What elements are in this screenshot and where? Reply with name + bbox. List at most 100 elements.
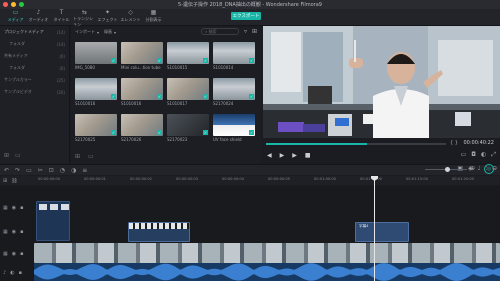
previous-frame-icon[interactable]: ◀ bbox=[267, 152, 272, 159]
import-dropdown[interactable]: インポート ▾ bbox=[75, 29, 99, 35]
checkmark-icon: ✓ bbox=[157, 130, 162, 135]
sidebar-item-sample-colors[interactable]: サンプルカラー (25) bbox=[0, 74, 69, 86]
timeline-clip-image[interactable] bbox=[36, 201, 70, 241]
tab-audio[interactable]: ♪ オーディオ bbox=[27, 9, 50, 25]
effects-icon: ✦ bbox=[104, 9, 111, 16]
sidebar-item-shared-media[interactable]: 共有メディア (0) bbox=[0, 50, 69, 62]
speaker-icon[interactable]: ◐ bbox=[10, 270, 14, 276]
sidebar-item-shared-folder[interactable]: フォルダ (0) bbox=[0, 62, 69, 74]
playhead[interactable] bbox=[374, 176, 375, 281]
track-head-video-1: ▦ ◉ ▪ bbox=[0, 251, 34, 257]
delete-icon[interactable]: ▭ bbox=[88, 153, 94, 160]
sidebar-item-sample-videos[interactable]: サンプルビデオ (20) bbox=[0, 86, 69, 98]
sidebar-item-label: サンプルビデオ bbox=[4, 89, 32, 94]
zoom-slider-knob[interactable] bbox=[445, 167, 450, 172]
chevron-down-icon: ▾ bbox=[97, 29, 100, 35]
media-item[interactable]: ✓ S1010015 bbox=[167, 42, 209, 71]
stop-icon[interactable]: ■ bbox=[305, 152, 311, 159]
eye-icon[interactable]: ◉ bbox=[12, 251, 16, 257]
tab-transition[interactable]: ⇆ トランジション bbox=[73, 9, 96, 27]
fullscreen-icon[interactable]: ⤢ bbox=[491, 151, 496, 159]
sidebar-item-label: サンプルカラー bbox=[4, 77, 32, 82]
elements-icon: ◇ bbox=[128, 9, 133, 16]
snap-toggle-icon[interactable]: ◎ bbox=[484, 164, 494, 174]
sidebar-item-count: (14) bbox=[56, 29, 65, 35]
media-item[interactable]: ✓ S1010014 bbox=[213, 42, 255, 71]
lock-icon[interactable]: ▪ bbox=[20, 251, 23, 257]
add-track-icon[interactable]: ⊞ bbox=[3, 178, 7, 184]
media-item[interactable]: ✓ S2170026 bbox=[121, 114, 163, 143]
speed-icon[interactable]: ◔ bbox=[60, 167, 65, 174]
media-panel: インポート ▾ 録画 ▾ ⌕ 検索 ▿ ⊞ ✓ IMG_5080 ✓ Mini col… bbox=[71, 26, 261, 163]
tab-title[interactable]: T タイトル bbox=[50, 9, 73, 25]
media-item[interactable]: ✓ S1010016 bbox=[121, 78, 163, 107]
sidebar-item-count: (20) bbox=[56, 89, 65, 95]
window-title: 5-遺伝子操作 2018_DNA抽出の概観 - Wondershare Film… bbox=[178, 2, 322, 8]
media-item[interactable]: ✓ S2170023 bbox=[167, 114, 209, 143]
split-screen-icon: ▦ bbox=[150, 9, 157, 16]
title-icon: T bbox=[59, 9, 64, 16]
media-thumbnail: ✓ bbox=[121, 114, 163, 136]
preview-scrubber[interactable] bbox=[266, 143, 446, 145]
voiceover-icon[interactable]: ♩ bbox=[478, 165, 481, 173]
filter-icon[interactable]: ▿ bbox=[244, 28, 247, 35]
next-frame-icon[interactable]: ▶ bbox=[292, 152, 297, 159]
add-folder-icon[interactable]: ⊞ bbox=[75, 153, 80, 160]
media-item[interactable]: ✓ UV face shield bbox=[213, 114, 255, 143]
crop-icon[interactable]: ⊡ bbox=[49, 167, 54, 174]
media-item[interactable]: ✓ IMG_5080 bbox=[75, 42, 117, 71]
lock-icon[interactable]: ▪ bbox=[19, 270, 22, 276]
tab-elements[interactable]: ◇ エレメント bbox=[119, 9, 142, 25]
media-item[interactable]: ✓ S1010016 bbox=[75, 78, 117, 107]
snapshot-icon[interactable]: ◘ bbox=[471, 151, 476, 159]
media-item-name: S1010016 bbox=[75, 101, 96, 106]
timeline-ruler[interactable]: 00:00:00:00 00:00:00:01 00:00:00:02 00:00:0… bbox=[34, 176, 500, 185]
new-folder-icon[interactable]: ⊞ bbox=[4, 152, 9, 159]
lock-icon[interactable]: ▪ bbox=[20, 229, 23, 235]
ruler-tick: 00:00:00:03 bbox=[176, 177, 198, 181]
tab-effects[interactable]: ✦ エフェクト bbox=[96, 9, 119, 25]
video-preview[interactable] bbox=[263, 26, 500, 138]
delete-icon[interactable]: ▭ bbox=[26, 167, 32, 174]
media-item[interactable]: ✓ S2170025 bbox=[75, 114, 117, 143]
export-button[interactable]: エクスポート bbox=[231, 12, 261, 20]
media-item[interactable]: ✓ S2170024 bbox=[213, 78, 255, 107]
sidebar-item-project-media[interactable]: プロジェクトメディア (14) bbox=[0, 26, 69, 38]
media-item[interactable]: ✓ Mini colu...tion tube bbox=[121, 42, 163, 71]
render-icon[interactable]: ▭ bbox=[461, 151, 467, 159]
timeline-clip-title[interactable]: 字幕4 bbox=[355, 222, 409, 242]
zoom-in-icon[interactable]: ⊕ bbox=[470, 165, 475, 172]
eye-icon[interactable]: ◉ bbox=[12, 229, 16, 235]
undo-icon[interactable]: ↶ bbox=[4, 167, 9, 174]
tab-media[interactable]: ▭ メディア bbox=[4, 9, 27, 25]
redo-icon[interactable]: ↷ bbox=[15, 167, 20, 174]
link-icon[interactable]: ⛓ bbox=[11, 178, 17, 184]
checkmark-icon: ✓ bbox=[203, 94, 208, 99]
eye-icon[interactable]: ◉ bbox=[12, 205, 16, 211]
tab-split-screen[interactable]: ▦ 分割表示 bbox=[142, 9, 165, 25]
ruler-tick: 00:00:00:00 bbox=[38, 177, 60, 181]
sidebar-item-count: (14) bbox=[56, 41, 65, 47]
volume-icon[interactable]: ◐ bbox=[481, 151, 486, 159]
timeline-clip-video[interactable] bbox=[128, 222, 190, 242]
mark-in-out-icon[interactable]: { } bbox=[450, 140, 458, 146]
transition-icon: ⇆ bbox=[81, 9, 88, 16]
import-label: インポート bbox=[75, 29, 95, 34]
record-dropdown[interactable]: 録画 ▾ bbox=[104, 29, 116, 35]
audio-waveform[interactable] bbox=[34, 263, 500, 281]
media-thumbnail: ✓ bbox=[167, 114, 209, 136]
media-item[interactable]: ✓ S1010017 bbox=[167, 78, 209, 107]
lock-icon[interactable]: ▪ bbox=[20, 205, 23, 211]
checkmark-icon: ✓ bbox=[249, 94, 254, 99]
sidebar-item-folder[interactable]: フォルダ (14) bbox=[0, 38, 69, 50]
audio-mixer-icon[interactable]: ≡ bbox=[82, 167, 87, 174]
play-icon[interactable]: ▶ bbox=[280, 152, 285, 159]
checkmark-icon: ✓ bbox=[111, 130, 116, 135]
media-search-input[interactable]: ⌕ 検索 bbox=[201, 28, 239, 35]
color-icon[interactable]: ◑ bbox=[71, 167, 76, 174]
ruler-tick: 00:00:00:04 bbox=[222, 177, 244, 181]
folder-icon[interactable]: ▭ bbox=[15, 152, 21, 159]
grid-view-icon[interactable]: ⊞ bbox=[252, 28, 257, 35]
cut-icon[interactable]: ✂ bbox=[38, 167, 43, 174]
timeline-main-video-track[interactable] bbox=[34, 243, 500, 263]
